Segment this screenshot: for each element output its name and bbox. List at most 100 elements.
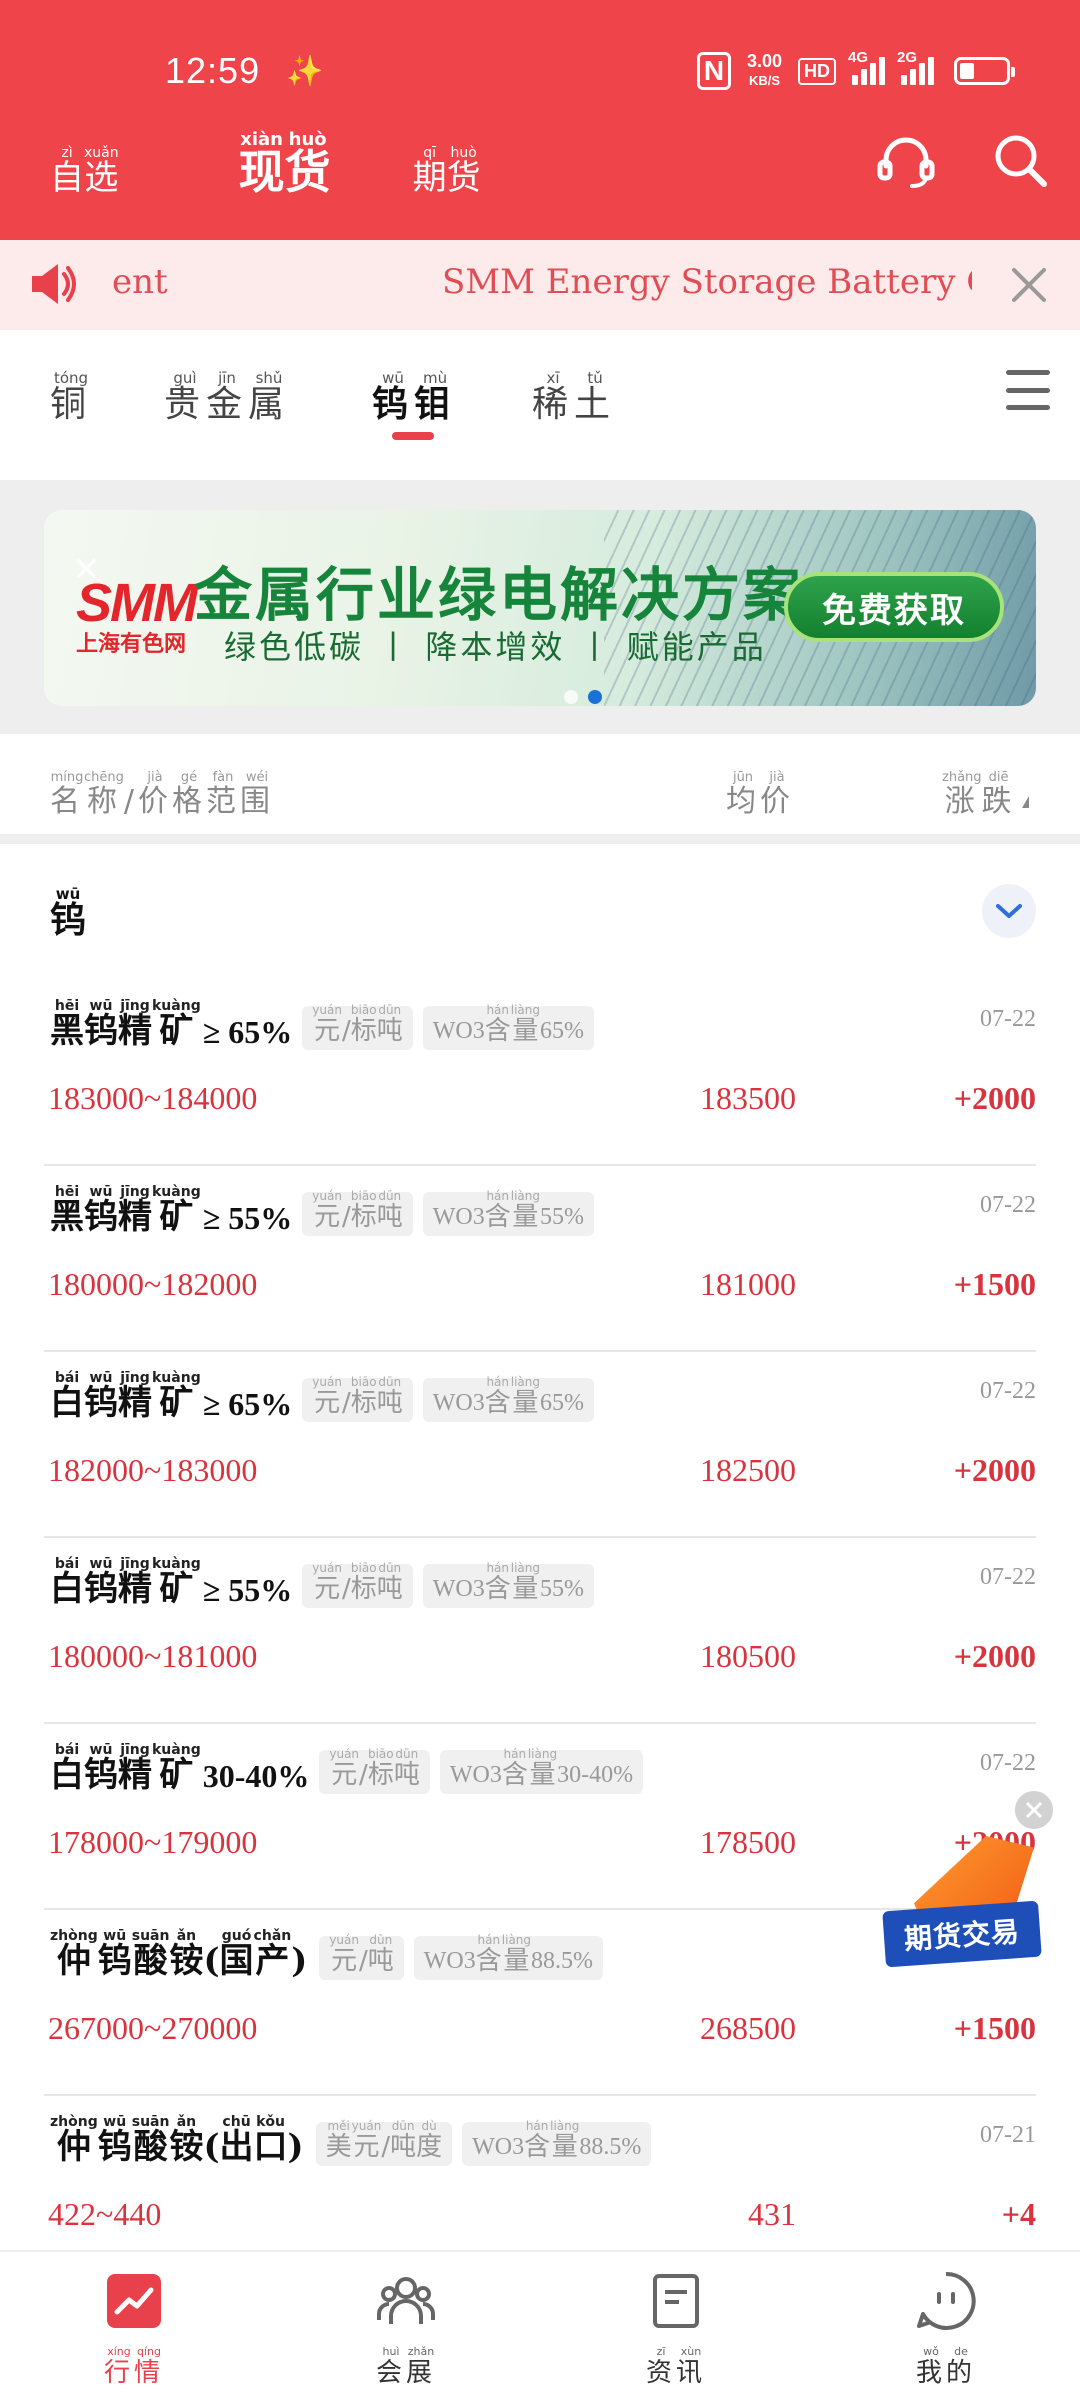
hanzi: / — [359, 1760, 368, 1791]
annotated-char: liàng 量 — [502, 1932, 531, 1975]
unit-tag: yuán 元 / biāo 标 dūn 吨 — [302, 1003, 413, 1050]
category-precious-metals[interactable]: guì 贵 jīn 金 shǔ 属 — [164, 368, 290, 424]
annotated-char: wū 钨 — [50, 886, 86, 940]
hanzi: 格 — [172, 784, 206, 819]
hanzi: 含 — [484, 1016, 511, 1047]
search-icon[interactable] — [992, 132, 1048, 188]
hanzi: 产 — [255, 1941, 290, 1981]
average-price: 183500 — [700, 1080, 796, 1116]
hanzi: 量 — [512, 1574, 539, 1605]
annotated-char: tǔ 土 — [574, 370, 616, 424]
table-row[interactable]: bái 白 wū 钨 jīng 精 kuàng 矿 ≥ 55% yuán 元 / biāo 标 dūn 吨 W… — [44, 1538, 1036, 1724]
sort-icon[interactable] — [1022, 796, 1029, 808]
people-icon — [377, 2277, 435, 2324]
annotated-char: hēi 黑 — [50, 998, 84, 1050]
annotated-char: / — [341, 1574, 351, 1605]
hanzi: 钨 — [84, 1383, 118, 1423]
announcement-bar[interactable]: ent SMM Energy Storage Battery Ce — [0, 240, 1080, 330]
annotated-char: jīng 精 — [118, 1742, 152, 1794]
annotated-char: wū 钨 — [84, 1370, 118, 1422]
unit-tag: yuán 元 / biāo 标 dūn 吨 — [302, 1189, 413, 1236]
hanzi: 元 — [331, 1946, 358, 1977]
annotated-char: / — [342, 1204, 351, 1232]
product-grade: ≥ 55% — [202, 1571, 293, 1608]
annotated-char: zhòng 仲 — [50, 2114, 98, 2166]
hanzi: 跌 — [981, 784, 1016, 819]
hanzi: 标 — [350, 1388, 377, 1419]
hanzi: / — [359, 1946, 368, 1977]
nav-market[interactable]: xíng 行 qíng 情 — [64, 2270, 204, 2387]
float-close-icon[interactable] — [1012, 1788, 1056, 1832]
chevron-down-icon[interactable] — [982, 884, 1036, 938]
annotated-char: ǎn 铵 — [169, 1928, 203, 1980]
annotated-char: xī 稀 — [532, 370, 574, 424]
tab-watchlist[interactable]: zì 自 xuǎn 选 — [50, 142, 119, 197]
annotated-char: hán 含 — [476, 1932, 502, 1975]
annotated-char: wū 钨 — [84, 1742, 118, 1794]
tab-spot[interactable]: xiàn 现 huò 货 — [239, 130, 331, 197]
carousel-dot-active — [588, 690, 602, 704]
table-row[interactable]: hēi 黑 wū 钨 jīng 精 kuàng 矿 ≥ 55% yuán 元 / biāo 标 dūn 吨 W… — [44, 1166, 1036, 1352]
category-rare-earth[interactable]: xī 稀 tǔ 土 — [532, 368, 616, 424]
nav-news[interactable]: zī 资 xùn 讯 — [606, 2270, 746, 2387]
hanzi: / — [341, 1574, 351, 1605]
hanzi: 矿 — [159, 1569, 194, 1609]
category-tungsten-molybdenum[interactable]: wū 钨 mù 钼 — [372, 368, 456, 424]
nav-profile[interactable]: wǒ 我 de 的 — [876, 2270, 1016, 2387]
annotated-char: wéi 围 — [240, 770, 274, 818]
hanzi: 选 — [84, 157, 119, 198]
hanzi: 矿 — [159, 1383, 194, 1423]
unit-tag: yuán 元 / biāo 标 dūn 吨 — [319, 1747, 430, 1794]
ticker-text-prev: ent — [112, 262, 168, 302]
spec-tag: WO3 hán 含 liàng 量 65% — [422, 1003, 594, 1050]
annotated-char: wū 钨 — [84, 1556, 118, 1608]
category-copper[interactable]: tóng 铜 — [50, 368, 92, 424]
table-row[interactable]: bái 白 wū 钨 jīng 精 kuàng 矿 ≥ 65% yuán 元 / biāo 标 dūn 吨 W… — [44, 1352, 1036, 1538]
average-price: 178500 — [700, 1824, 796, 1860]
promo-banner[interactable]: ✕ SMM 上海有色网 金属行业绿电解决方案 绿色低碳 丨 降本增效 丨 赋能产… — [44, 510, 1036, 706]
headset-icon[interactable] — [876, 134, 936, 190]
signal-icon: 2G — [897, 49, 934, 85]
hanzi: 属 — [248, 384, 291, 425]
nav-exhibitions[interactable]: huì 会 zhǎn 展 — [336, 2270, 476, 2387]
net-speed: 3.00 KB/S — [747, 52, 782, 90]
menu-icon[interactable] — [1006, 370, 1050, 410]
annotated-char: jūn 均 — [726, 770, 760, 818]
annotated-char: / — [359, 1946, 368, 1977]
hanzi: 白 — [50, 1569, 84, 1609]
annotated-char: huò 货 — [285, 131, 331, 197]
net-speed-value: 3.00 — [746, 51, 782, 71]
hanzi: 铜 — [50, 384, 93, 425]
annotated-char: xuǎn 选 — [84, 145, 119, 197]
annotated-char: huò 货 — [447, 145, 481, 197]
hanzi: 含 — [484, 1388, 511, 1419]
banner-cta-button[interactable]: 免费获取 — [784, 572, 1004, 642]
price-range: 267000~270000 — [48, 2010, 258, 2046]
annotated-char: hán 含 — [485, 1560, 511, 1603]
tab-futures[interactable]: qī 期 huò 货 — [413, 142, 481, 197]
hanzi: 吨 — [393, 1760, 420, 1791]
status-bar: 12:59 ✨ N 3.00 KB/S HD 4G 2G — [0, 0, 1080, 140]
close-icon[interactable] — [1004, 260, 1054, 310]
hanzi: 精 — [118, 1197, 152, 1237]
column-change[interactable]: zhǎng 涨 diē 跌 — [942, 766, 1016, 818]
annotated-char: yuán 元 — [312, 1002, 342, 1045]
spec-prefix: WO3 — [472, 2133, 525, 2160]
annotated-char: wū 钨 — [84, 1184, 118, 1236]
annotated-char: ) — [288, 2129, 304, 2166]
category-tabs: tóng 铜 guì 贵 jīn 金 shǔ 属 wū 钨 mù 钼 xī 稀 tǔ 土 — [0, 330, 1080, 480]
hanzi: 精 — [118, 1569, 152, 1609]
hanzi: 精 — [118, 1755, 152, 1795]
futures-trading-float[interactable]: 期货交易 — [882, 1836, 1042, 1976]
table-row[interactable]: hēi 黑 wū 钨 jīng 精 kuàng 矿 ≥ 65% yuán 元 / biāo 标 dūn 吨 W… — [44, 980, 1036, 1166]
annotated-char: guì 贵 — [164, 370, 206, 424]
spec-tag: WO3 hán 含 liàng 量 88.5% — [413, 1933, 604, 1980]
hanzi: 矿 — [159, 1755, 194, 1795]
hanzi: 含 — [524, 2132, 551, 2163]
annotated-char: wū 钨 — [372, 370, 414, 424]
smm-logo: SMM — [76, 573, 198, 633]
price-change: +2000 — [953, 1638, 1036, 1674]
price-change: +1500 — [953, 2010, 1036, 2046]
annotated-char: liàng 量 — [550, 2118, 579, 2161]
hanzi: 铵 — [169, 2127, 204, 2167]
